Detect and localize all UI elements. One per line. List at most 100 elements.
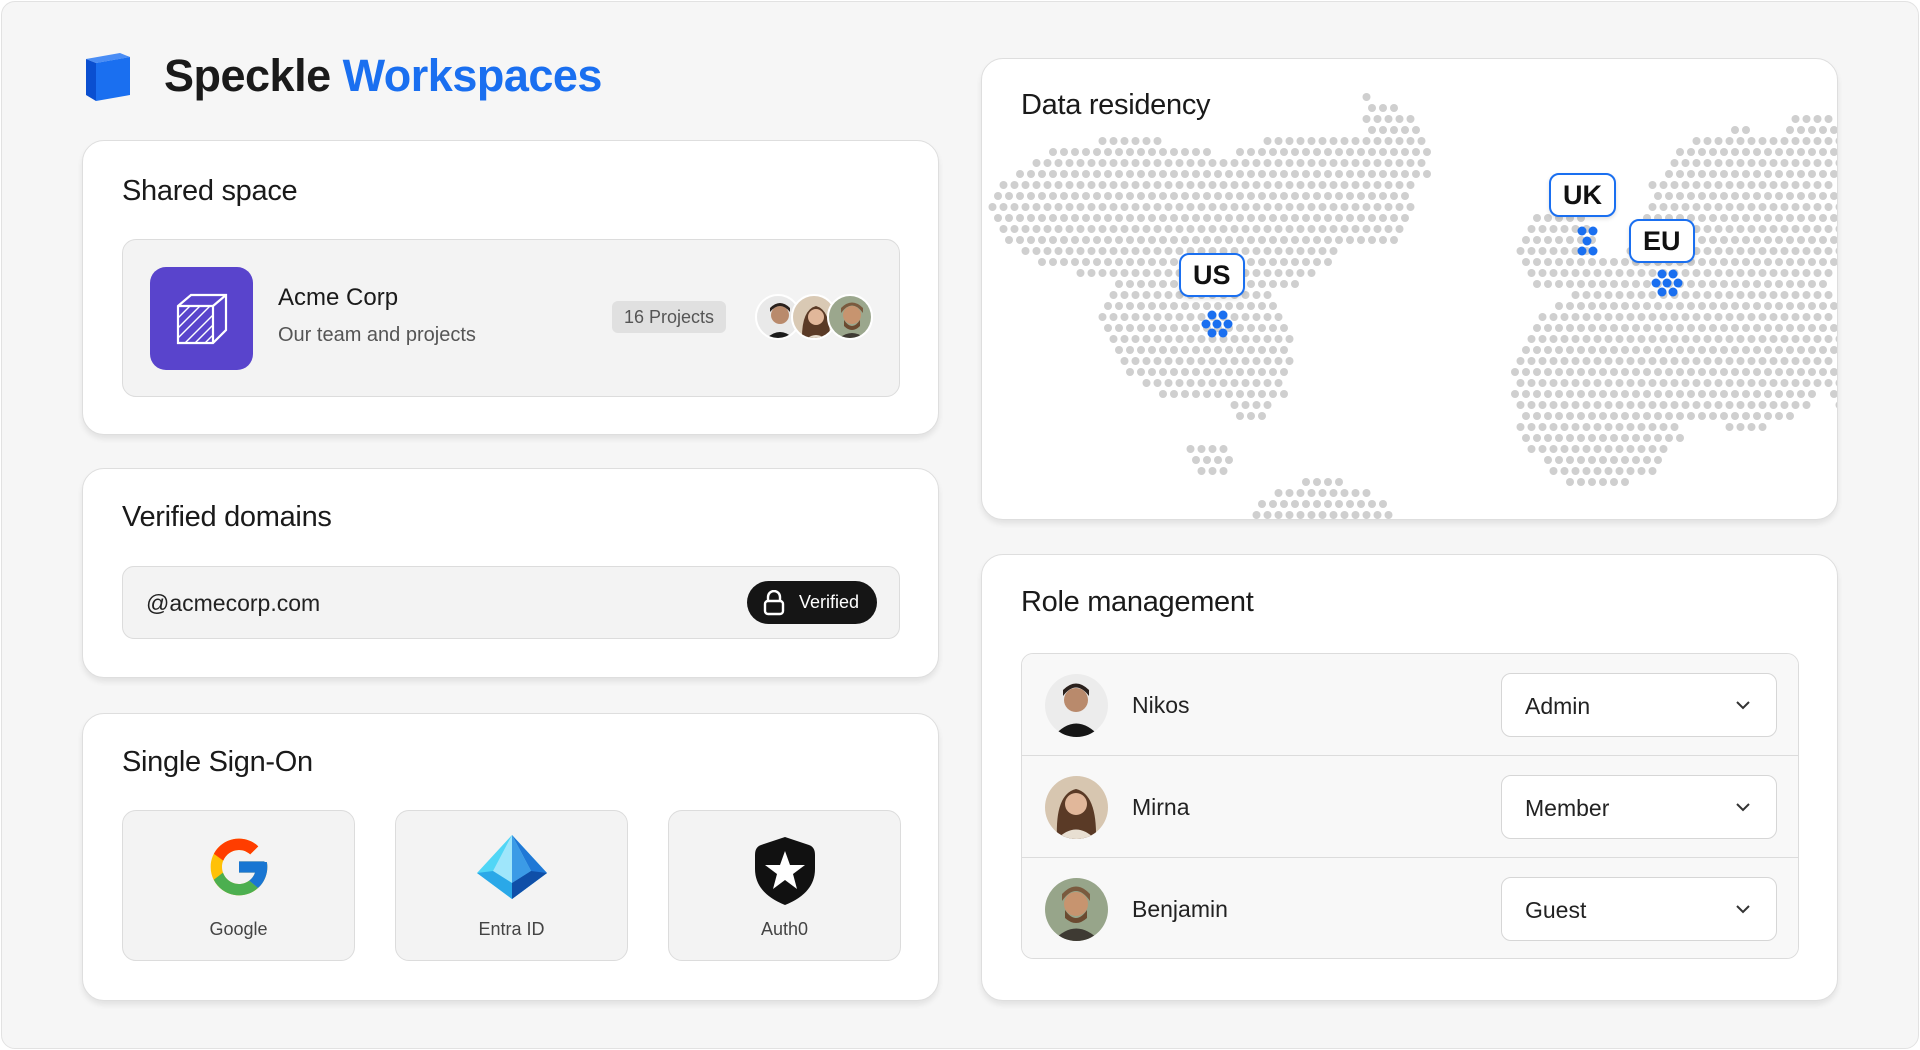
- map-dot: [1571, 291, 1580, 299]
- role-dropdown[interactable]: Guest: [1501, 877, 1777, 941]
- map-dot: [1280, 324, 1288, 332]
- map-dot: [1780, 203, 1789, 211]
- map-dot: [1736, 181, 1745, 189]
- map-dot: [1302, 148, 1310, 156]
- map-dot: [1120, 269, 1129, 277]
- map-dot: [1665, 170, 1673, 178]
- map-dot: [1181, 368, 1189, 376]
- map-dot: [1791, 115, 1800, 123]
- map-dot: [1137, 346, 1145, 354]
- map-dot: [1775, 192, 1783, 200]
- map-dot: [1241, 357, 1250, 365]
- map-dot: [1164, 291, 1173, 299]
- map-dot: [1786, 390, 1794, 398]
- app-frame: Speckle Workspaces Shared space Acme Cor…: [1, 1, 1919, 1049]
- map-dot: [1720, 214, 1728, 222]
- map-dot: [1599, 280, 1607, 288]
- map-dot: [1076, 247, 1085, 255]
- map-dot: [1164, 225, 1173, 233]
- map-dot: [1648, 423, 1657, 431]
- map-dot: [1571, 445, 1580, 453]
- map-dot: [1709, 214, 1717, 222]
- region-eu-label[interactable]: EU: [1629, 219, 1695, 263]
- map-dot: [1786, 302, 1794, 310]
- map-dot: [1703, 379, 1712, 387]
- map-dot: [1813, 203, 1822, 211]
- role-dropdown[interactable]: Member: [1501, 775, 1777, 839]
- sso-auth0-button[interactable]: Auth0: [668, 810, 901, 961]
- map-dot: [1170, 170, 1178, 178]
- map-dot: [1170, 236, 1178, 244]
- map-dot: [1802, 137, 1811, 145]
- map-dot: [1313, 214, 1321, 222]
- map-dot: [1203, 148, 1211, 156]
- map-dot: [1764, 346, 1772, 354]
- map-dot: [1120, 181, 1129, 189]
- map-dot: [1296, 511, 1305, 519]
- map-dot: [1214, 456, 1222, 464]
- map-dot: [1797, 214, 1805, 222]
- map-dot: [1560, 313, 1569, 321]
- region-us-label[interactable]: US: [1179, 253, 1245, 297]
- map-dot: [1274, 159, 1283, 167]
- sso-entra-id-button[interactable]: Entra ID: [395, 810, 628, 961]
- map-dot: [1027, 170, 1035, 178]
- map-dot: [1714, 379, 1723, 387]
- map-dot: [1637, 357, 1646, 365]
- map-dot: [1604, 379, 1613, 387]
- map-dot: [1813, 137, 1822, 145]
- map-dot: [1054, 225, 1063, 233]
- chevron-down-icon: [1734, 696, 1752, 719]
- map-dot: [1588, 302, 1596, 310]
- map-dot: [1791, 357, 1800, 365]
- map-dot: [1791, 225, 1800, 233]
- shared-space-card: Shared space Acme Corp Our team and proj…: [82, 140, 939, 435]
- map-dot: [1736, 159, 1745, 167]
- map-dot: [1197, 467, 1206, 475]
- map-dot: [1186, 357, 1195, 365]
- map-dot: [1225, 302, 1233, 310]
- map-dot: [1753, 236, 1761, 244]
- map-dot: [1555, 280, 1563, 288]
- map-dot: [1533, 346, 1541, 354]
- map-dot: [1588, 346, 1596, 354]
- map-dot: [1615, 357, 1624, 365]
- map-dot: [1714, 247, 1723, 255]
- map-dot: [1076, 225, 1085, 233]
- map-dot: [1714, 159, 1723, 167]
- map-dot: [1192, 170, 1200, 178]
- map-dot: [1830, 170, 1837, 178]
- map-dot: [1813, 115, 1822, 123]
- auth0-icon: [753, 835, 817, 912]
- map-dot: [1137, 192, 1145, 200]
- map-dot: [1813, 335, 1822, 343]
- map-dot: [1626, 357, 1635, 365]
- map-dot: [1076, 269, 1085, 277]
- map-dot: [1621, 368, 1629, 376]
- map-dot: [1676, 346, 1684, 354]
- map-dot: [1285, 269, 1294, 277]
- sso-google-button[interactable]: Google: [122, 810, 355, 961]
- map-dot: [1192, 346, 1200, 354]
- map-dot: [1296, 489, 1305, 497]
- map-dot: [1709, 236, 1717, 244]
- map-dot: [1769, 137, 1778, 145]
- map-dot: [1830, 236, 1837, 244]
- map-dot: [1280, 368, 1288, 376]
- map-dot: [1049, 258, 1057, 266]
- map-dot: [1368, 192, 1376, 200]
- map-dot: [1291, 192, 1299, 200]
- role-dropdown[interactable]: Admin: [1501, 673, 1777, 737]
- map-dot: [1808, 192, 1816, 200]
- map-dot: [1368, 148, 1376, 156]
- map-dot: [1676, 368, 1684, 376]
- workspace-row[interactable]: Acme Corp Our team and projects 16 Proje…: [122, 239, 900, 397]
- domain-field[interactable]: @acmecorp.com Verified: [122, 566, 900, 639]
- region-uk-label[interactable]: UK: [1549, 173, 1616, 217]
- map-dot: [1236, 412, 1244, 420]
- map-dot: [1709, 148, 1717, 156]
- map-dot: [1566, 412, 1574, 420]
- map-dot: [1753, 280, 1761, 288]
- region-marker-dot: [1582, 236, 1592, 246]
- map-dot: [1159, 214, 1167, 222]
